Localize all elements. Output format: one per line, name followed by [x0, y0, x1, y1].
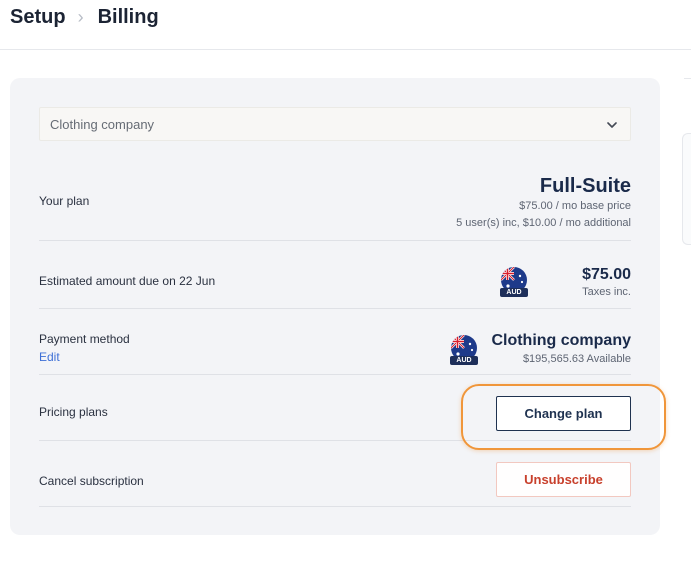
breadcrumb-billing: Billing	[97, 6, 159, 28]
plan-name: Full-Suite	[539, 175, 631, 197]
pricing-row: Pricing plans Change plan	[39, 375, 631, 441]
breadcrumb: Setup › Billing	[10, 6, 159, 29]
page-header: Setup › Billing	[0, 0, 691, 50]
chevron-right-icon: ›	[77, 7, 84, 27]
side-divider	[684, 78, 691, 79]
chevron-down-icon	[607, 122, 617, 128]
plan-row: Your plan Full-Suite $75.00 / mo base pr…	[39, 174, 631, 241]
plan-base-price: $75.00 / mo base price	[519, 200, 631, 212]
plan-users-info: 5 user(s) inc, $10.00 / mo additional	[456, 217, 631, 229]
estimate-currency-badge: AUD	[500, 288, 528, 297]
change-plan-button[interactable]: Change plan	[496, 396, 631, 431]
payment-edit-link[interactable]: Edit	[39, 350, 60, 364]
payment-available: $195,565.63 Available	[522, 353, 631, 365]
billing-card: Clothing company Your plan Full-Suite $7…	[10, 78, 660, 535]
payment-label: Payment method	[39, 332, 130, 346]
cancel-row: Cancel subscription Unsubscribe	[39, 441, 631, 507]
payment-row: Payment method Edit AUD Clothing company…	[39, 309, 631, 375]
payment-currency-badge: AUD	[450, 356, 478, 365]
side-panel	[682, 133, 691, 245]
plan-label: Your plan	[39, 194, 90, 208]
pricing-label: Pricing plans	[39, 405, 108, 419]
estimate-row: Estimated amount due on 22 Jun AUD $75.0…	[39, 241, 631, 309]
company-select-value: Clothing company	[50, 116, 155, 132]
estimate-label: Estimated amount due on 22 Jun	[39, 274, 216, 288]
cancel-label: Cancel subscription	[39, 474, 144, 488]
unsubscribe-button[interactable]: Unsubscribe	[496, 462, 631, 497]
estimate-amount: $75.00	[582, 266, 631, 283]
breadcrumb-setup[interactable]: Setup	[10, 6, 66, 29]
payment-name: Clothing company	[491, 332, 631, 349]
company-select[interactable]: Clothing company	[39, 107, 631, 141]
estimate-taxes: Taxes inc.	[582, 286, 631, 298]
